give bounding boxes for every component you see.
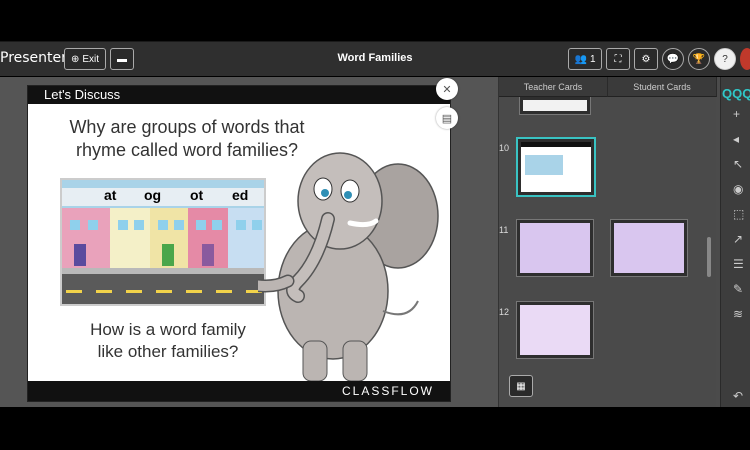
tab-student-cards[interactable]: Student Cards: [608, 77, 717, 97]
card-number-11: 11: [499, 225, 509, 235]
top-toolbar: Presenter ⊕ Exit ▬ Word Families 👥 1 ⛶ ⚙…: [0, 41, 750, 76]
gear-icon: ⚙: [641, 53, 651, 65]
users-button[interactable]: 👥 1: [568, 48, 602, 70]
right-toolbar: + ◂ ↖ ◉ ⬚ ↗ ☰ ✎ ≋ ↶: [720, 77, 750, 407]
camera-icon[interactable]: ◉: [733, 182, 743, 196]
word-label: at: [104, 187, 117, 203]
card-thumbnail-11a[interactable]: [516, 219, 594, 277]
houses-svg: at og ot ed: [62, 180, 264, 304]
card-thumbnail-12[interactable]: [516, 301, 594, 359]
card-thumbnail-9[interactable]: [519, 97, 591, 115]
grid-icon: ▦: [516, 380, 526, 392]
chat-button[interactable]: 💬: [662, 48, 684, 70]
main-area: Let's Discuss Why are groups of words th…: [0, 77, 750, 407]
grid-view-button[interactable]: ▦: [509, 375, 533, 397]
card-thumbnail-10[interactable]: [516, 137, 596, 197]
help-button[interactable]: ?: [714, 48, 736, 70]
card-number-12: 12: [499, 307, 510, 317]
card-number-10: 10: [499, 143, 510, 153]
card-preview: [521, 142, 591, 192]
add-icon[interactable]: +: [733, 107, 740, 121]
chat-icon: 💬: [666, 53, 680, 65]
card-preview: [520, 223, 590, 273]
undo-icon[interactable]: ↶: [733, 389, 743, 403]
card-preview: [520, 305, 590, 355]
slide-card[interactable]: Let's Discuss Why are groups of words th…: [27, 85, 451, 402]
app-frame: Presenter ⊕ Exit ▬ Word Families 👥 1 ⛶ ⚙…: [0, 0, 750, 450]
classflow-logo: CLASSFLOW: [341, 384, 434, 398]
record-button[interactable]: [740, 48, 750, 70]
select-icon[interactable]: ⬚: [733, 207, 744, 221]
slide-canvas-area: Let's Discuss Why are groups of words th…: [0, 77, 498, 407]
cards-panel: Teacher Cards Student Cards 10 11 12 ▦: [498, 77, 717, 407]
users-count: 1: [589, 53, 596, 65]
trophy-icon: 🏆: [692, 53, 706, 65]
card-preview: [523, 100, 587, 111]
highlighter-icon[interactable]: ≋: [733, 307, 743, 321]
notes-button[interactable]: ▤: [436, 107, 458, 129]
word-label: og: [144, 187, 161, 203]
brand-partial: QQQ: [722, 86, 750, 101]
settings-button[interactable]: ⚙: [634, 48, 658, 70]
cards-tabs: Teacher Cards Student Cards: [499, 77, 717, 97]
collapse-icon: ✕: [442, 83, 452, 96]
slide-question-2: How is a word family like other families…: [48, 319, 288, 363]
word-label: ot: [190, 187, 204, 203]
help-icon: ?: [722, 53, 728, 65]
fullscreen-button[interactable]: ⛶: [606, 48, 630, 70]
users-icon: 👥: [574, 53, 587, 65]
list-icon[interactable]: ☰: [733, 257, 744, 271]
question-2-line-1: How is a word family: [90, 320, 246, 339]
card-thumbnail-11b[interactable]: [610, 219, 688, 277]
word-label: ed: [232, 187, 248, 203]
fullscreen-icon: ⛶: [614, 53, 622, 65]
tab-teacher-cards[interactable]: Teacher Cards: [499, 77, 608, 97]
document-icon: ▤: [441, 112, 453, 125]
collapse-left-icon[interactable]: ◂: [733, 132, 739, 146]
card-preview: [614, 223, 684, 273]
pen-icon[interactable]: ✎: [733, 282, 743, 296]
collapse-button[interactable]: ✕: [436, 78, 458, 100]
slide-footer: CLASSFLOW: [28, 381, 450, 401]
panel-scrollbar[interactable]: [707, 237, 711, 277]
pointer-icon[interactable]: ↖: [733, 157, 743, 171]
trophy-button[interactable]: 🏆: [688, 48, 710, 70]
slide-heading: Let's Discuss: [28, 86, 450, 104]
share-icon[interactable]: ↗: [733, 232, 743, 246]
houses-illustration: at og ot ed: [60, 178, 266, 306]
question-1-line-1: Why are groups of words that: [69, 117, 305, 137]
question-2-line-2: like other families?: [97, 342, 239, 361]
